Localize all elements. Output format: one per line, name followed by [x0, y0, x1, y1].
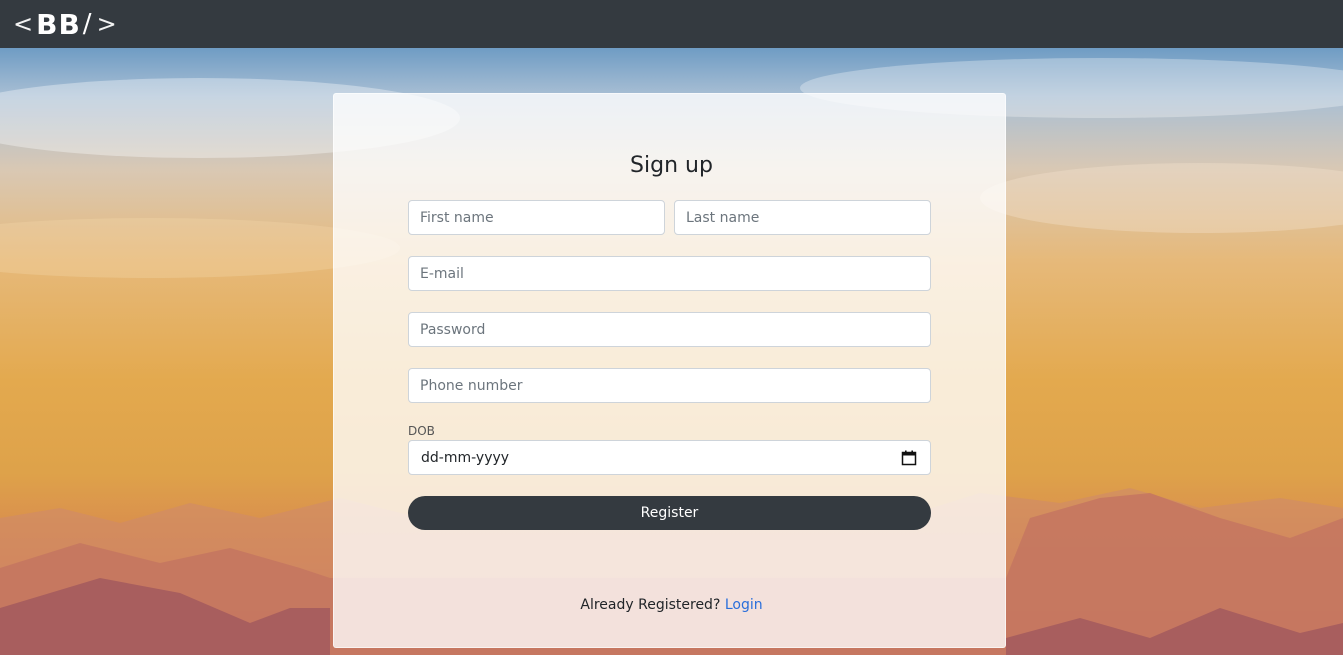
calendar-icon[interactable]: [901, 450, 917, 466]
phone-input[interactable]: [408, 368, 931, 403]
top-navbar: < BB / >: [0, 0, 1343, 48]
login-prompt: Already Registered? Login: [0, 597, 1343, 613]
already-registered-text: Already Registered?: [580, 597, 721, 613]
dob-value: dd-mm-yyyy: [421, 449, 510, 466]
logo-open-bracket: <: [13, 10, 35, 38]
register-button[interactable]: Register: [408, 496, 931, 530]
page-title: Sign up: [630, 153, 713, 178]
last-name-input[interactable]: [674, 200, 931, 235]
logo-slash: /: [82, 9, 93, 39]
first-name-input[interactable]: [408, 200, 665, 235]
dob-label: DOB: [408, 424, 435, 438]
brand-logo[interactable]: < BB / >: [11, 0, 120, 48]
logo-close-bracket: >: [96, 10, 118, 38]
password-input[interactable]: [408, 312, 931, 347]
login-link[interactable]: Login: [725, 597, 763, 613]
logo-text: BB: [36, 7, 81, 41]
dob-date-input[interactable]: dd-mm-yyyy: [408, 440, 931, 475]
email-input[interactable]: [408, 256, 931, 291]
